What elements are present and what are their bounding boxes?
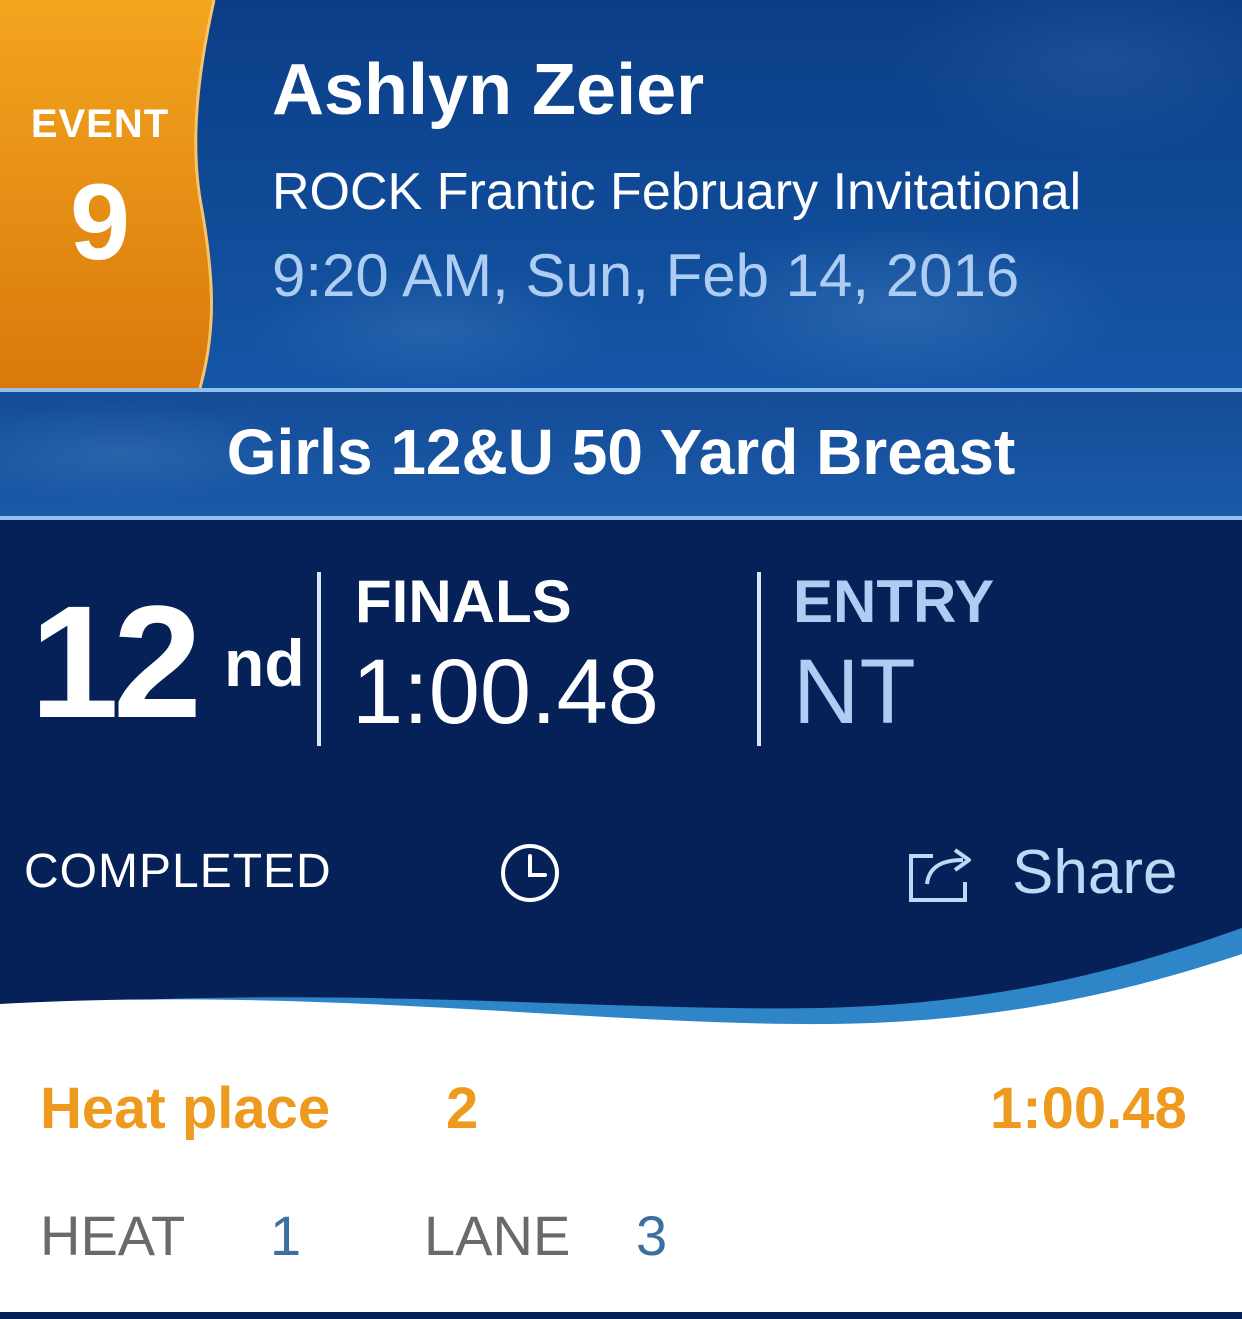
lane-label: LANE	[424, 1204, 571, 1267]
event-number: 9	[69, 161, 131, 282]
bottom-bar	[0, 1312, 1242, 1319]
heat-label: HEAT	[40, 1204, 186, 1267]
finals-label: FINALS	[355, 568, 572, 635]
clock-icon[interactable]	[499, 842, 561, 904]
lane-value: 3	[636, 1204, 668, 1267]
finals-time: 1:00.48	[352, 641, 659, 743]
entry-time: NT	[793, 641, 916, 743]
share-icon[interactable]	[905, 842, 981, 906]
heat-time: 1:00.48	[990, 1076, 1187, 1141]
swimmer-name: Ashlyn Zeier	[272, 50, 705, 130]
divider	[317, 572, 321, 746]
race-title: Girls 12&U 50 Yard Breast	[226, 416, 1016, 488]
divider	[757, 572, 761, 746]
heat-place-value: 2	[446, 1076, 479, 1141]
wave-decoration	[0, 928, 1242, 1060]
status-label: COMPLETED	[24, 845, 332, 898]
heat-place-label: Heat place	[40, 1076, 331, 1141]
overall-place: 12	[30, 572, 202, 751]
share-button[interactable]: Share	[1012, 842, 1177, 904]
place-suffix: nd	[224, 626, 305, 700]
meet-name: ROCK Frantic February Invitational	[272, 163, 1082, 221]
event-label: EVENT	[30, 102, 170, 146]
entry-label: ENTRY	[793, 568, 995, 635]
heat-value: 1	[270, 1204, 302, 1267]
event-datetime: 9:20 AM, Sun, Feb 14, 2016	[272, 242, 1020, 309]
